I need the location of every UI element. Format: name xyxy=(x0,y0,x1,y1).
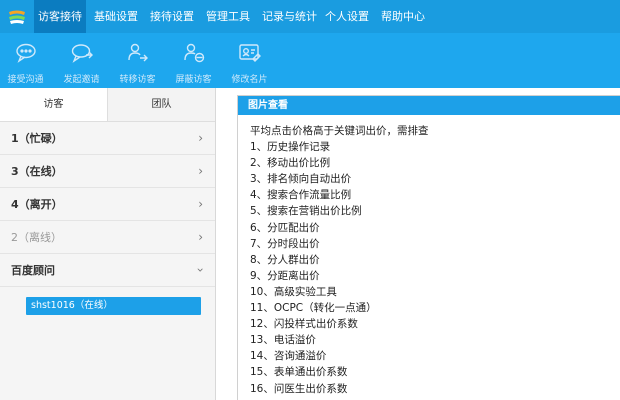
tab-team[interactable]: 团队 xyxy=(108,88,215,121)
image-viewer-panel: 图片查看 平均点击价格高于关键词出价，需排查 1、历史操作记录 2、移动出价比例… xyxy=(237,95,620,400)
main-content: 图片查看 平均点击价格高于关键词出价，需排查 1、历史操作记录 2、移动出价比例… xyxy=(217,88,620,400)
text-line: 11、OCPC（转化一点通） xyxy=(250,302,377,315)
toolbar-label: 修改名片 xyxy=(231,75,268,85)
menu-visitor-reception[interactable]: 访客接待 xyxy=(34,0,86,33)
text-line: 14、咨询通溢价 xyxy=(250,350,327,363)
group-away[interactable]: 4（离开） › xyxy=(0,188,215,221)
toolbar-label: 接受沟通 xyxy=(7,75,44,85)
card-icon xyxy=(238,41,262,68)
group-label: 1（忙碌） xyxy=(11,132,63,145)
sidebar-tabs: 访客 团队 xyxy=(0,88,215,122)
visitor-item[interactable]: shst1016（在线） xyxy=(26,297,201,315)
accept-chat-button[interactable]: 接受沟通 xyxy=(0,33,51,88)
text-line: 平均点击价格高于关键词出价，需排查 xyxy=(250,125,429,137)
block-icon xyxy=(182,41,206,68)
panel-title: 图片查看 xyxy=(238,96,620,115)
text-line: 8、分人群出价 xyxy=(250,253,320,266)
menu-reception-settings[interactable]: 接待设置 xyxy=(146,0,198,33)
group-baidu-advisor[interactable]: 百度顾问 › xyxy=(0,254,215,287)
menu-basic-settings[interactable]: 基础设置 xyxy=(90,0,142,33)
group-offline[interactable]: 2（离线） › xyxy=(0,221,215,254)
text-line: 1、历史操作记录 xyxy=(250,141,331,154)
group-online[interactable]: 3（在线） › xyxy=(0,155,215,188)
text-line: 4、搜索合作流量比例 xyxy=(250,189,352,202)
group-busy[interactable]: 1（忙碌） › xyxy=(0,122,215,155)
edit-card-button[interactable]: 修改名片 xyxy=(224,33,275,88)
block-visitor-button[interactable]: 屏蔽访客 xyxy=(168,33,219,88)
menu-bar: 访客接待 基础设置 接待设置 管理工具 记录与统计 个人设置 帮助中心 xyxy=(0,0,620,33)
chevron-down-icon: › xyxy=(193,267,208,273)
text-line: 3、排名倾向自动出价 xyxy=(250,173,352,186)
text-line: 7、分时段出价 xyxy=(250,237,320,250)
send-invite-button[interactable]: 发起邀请 xyxy=(56,33,107,88)
menu-help-center[interactable]: 帮助中心 xyxy=(377,0,429,33)
text-line: 16、问医生出价系数 xyxy=(250,382,348,395)
text-line: 12、闪投样式出价系数 xyxy=(250,318,358,331)
menu-personal-settings[interactable]: 个人设置 xyxy=(321,0,373,33)
text-line: 10、高级实验工具 xyxy=(250,285,337,298)
toolbar-label: 转移访客 xyxy=(119,75,156,85)
transfer-visitor-button[interactable]: 转移访客 xyxy=(112,33,163,88)
toolbar-label: 发起邀请 xyxy=(63,75,100,85)
text-line: 15、表单通出价系数 xyxy=(250,366,348,379)
transfer-icon xyxy=(126,41,150,68)
text-line: 6、分匹配出价 xyxy=(250,221,320,234)
chevron-right-icon: › xyxy=(198,131,203,145)
text-line: 5、搜索在营销出价比例 xyxy=(250,205,362,218)
toolbar: 接受沟通 发起邀请 转移访客 屏蔽访客 修改名片 xyxy=(0,33,620,88)
visitor-sidebar: 访客 团队 1（忙碌） › 3（在线） › 4（离开） › 2（离线） › 百度… xyxy=(0,88,216,400)
menu-management-tools[interactable]: 管理工具 xyxy=(202,0,254,33)
chevron-right-icon: › xyxy=(198,164,203,178)
menu-records-stats[interactable]: 记录与统计 xyxy=(258,0,321,33)
toolbar-label: 屏蔽访客 xyxy=(175,75,212,85)
invite-icon xyxy=(70,41,94,68)
text-line: 9、分距离出价 xyxy=(250,269,320,282)
group-label: 4（离开） xyxy=(11,198,63,211)
group-label: 百度顾问 xyxy=(11,264,55,277)
app-logo-icon xyxy=(0,0,34,33)
tab-visitors[interactable]: 访客 xyxy=(0,88,108,121)
panel-body: 平均点击价格高于关键词出价，需排查 1、历史操作记录 2、移动出价比例 3、排名… xyxy=(238,115,620,397)
chevron-right-icon: › xyxy=(198,197,203,211)
text-line: 2、移动出价比例 xyxy=(250,157,331,170)
group-label: 3（在线） xyxy=(11,165,63,178)
chat-icon xyxy=(14,41,38,68)
chevron-right-icon: › xyxy=(198,230,203,244)
group-label: 2（离线） xyxy=(11,231,62,244)
text-line: 13、电话溢价 xyxy=(250,334,316,347)
